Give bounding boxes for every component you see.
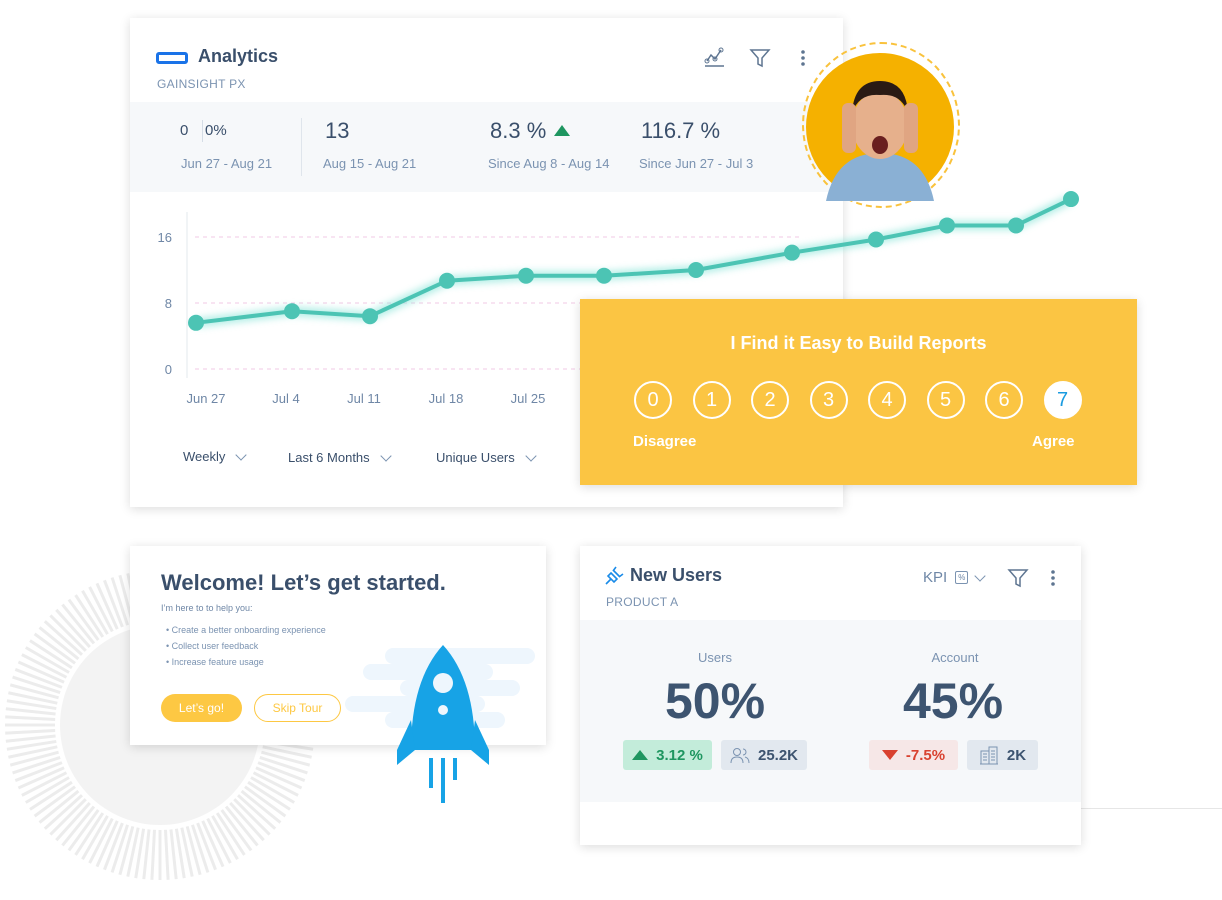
rating-option-2[interactable]: 2 xyxy=(751,381,789,419)
data-point xyxy=(1008,217,1024,234)
rating-option-6[interactable]: 6 xyxy=(985,381,1023,419)
rating-option-1[interactable]: 1 xyxy=(692,381,731,419)
rating-option-7[interactable]: 7 xyxy=(1043,381,1082,419)
data-point xyxy=(188,314,204,331)
users-icon xyxy=(730,748,750,764)
welcome-intro: I’m here to to help you: xyxy=(161,603,253,613)
data-point xyxy=(284,303,300,320)
data-point xyxy=(518,267,534,284)
count-badge: 2K xyxy=(967,740,1038,770)
data-point xyxy=(1063,191,1079,208)
x-tick-label: Jun 27 xyxy=(186,391,225,406)
card-title: New Users xyxy=(630,565,723,585)
divider xyxy=(1080,808,1222,809)
high-label: Agree xyxy=(1032,433,1075,450)
more-vertical-icon[interactable] xyxy=(1048,568,1058,588)
skip-tour-button[interactable]: Skip Tour xyxy=(254,694,341,722)
change-badge: 3.12 % xyxy=(623,740,712,770)
count-value: 25.2K xyxy=(757,746,799,764)
rocket-illustration xyxy=(345,645,535,803)
welcome-list: • Create a better onboarding experience … xyxy=(166,622,326,670)
x-tick-label: Jul 25 xyxy=(511,391,546,406)
avatar xyxy=(806,53,954,201)
metric-label: Users xyxy=(698,650,732,665)
chevron-down-icon xyxy=(974,569,986,582)
data-point xyxy=(439,272,455,289)
data-point xyxy=(939,217,955,234)
low-label: Disagree xyxy=(633,433,697,450)
lets-go-button[interactable]: Let’s go! xyxy=(161,694,242,722)
plug-icon xyxy=(605,566,624,585)
welcome-title: Welcome! Let’s get started. xyxy=(161,570,446,595)
trend-down-icon xyxy=(881,750,898,760)
trend-up-icon xyxy=(632,750,649,760)
data-point xyxy=(784,244,800,261)
percent-icon: % xyxy=(955,571,969,584)
metric-label: Account xyxy=(931,650,979,665)
rating-option-5[interactable]: 5 xyxy=(926,381,965,419)
kpi-panel: Users 50% 3.12 % 25.2K Account 45% -7.5%… xyxy=(580,620,1081,802)
y-tick-label: 8 xyxy=(165,296,172,311)
y-tick-label: 0 xyxy=(165,362,172,377)
rating-option-3[interactable]: 3 xyxy=(809,381,848,419)
card-subtitle: PRODUCT A xyxy=(606,595,679,609)
data-point xyxy=(688,262,704,278)
x-tick-label: Jul 11 xyxy=(347,391,381,406)
survey-question: I Find it Easy to Build Reports xyxy=(730,333,987,353)
count-badge: 25.2K xyxy=(721,740,807,770)
filter-icon[interactable] xyxy=(1007,567,1029,589)
building-icon xyxy=(979,746,998,765)
rating-option-4[interactable]: 4 xyxy=(868,381,906,419)
change-value: 3.12 % xyxy=(656,746,703,764)
metric-value: 50% xyxy=(664,673,766,729)
kpi-dropdown[interactable]: KPI % xyxy=(923,569,986,586)
list-item: • Collect user feedback xyxy=(166,641,259,651)
data-point xyxy=(596,267,612,284)
new-users-card: New Users PRODUCT A KPI % Users 50% 3.12… xyxy=(580,546,1081,845)
change-badge: -7.5% xyxy=(869,740,958,770)
x-tick-label: Jul 4 xyxy=(272,391,299,406)
data-point xyxy=(868,231,884,248)
metric-value: 45% xyxy=(902,673,1004,729)
data-point xyxy=(362,308,378,325)
list-item: • Increase feature usage xyxy=(166,657,264,667)
y-tick-label: 16 xyxy=(158,230,172,245)
rating-option-0[interactable]: 0 xyxy=(634,381,672,419)
list-item: • Create a better onboarding experience xyxy=(166,625,326,635)
x-tick-label: Jul 18 xyxy=(429,391,464,406)
survey-card: I Find it Easy to Build Reports 01234567… xyxy=(580,299,1137,485)
kpi-label: KPI xyxy=(923,569,948,586)
count-value: 2K xyxy=(1006,746,1027,764)
change-value: -7.5% xyxy=(905,746,946,764)
